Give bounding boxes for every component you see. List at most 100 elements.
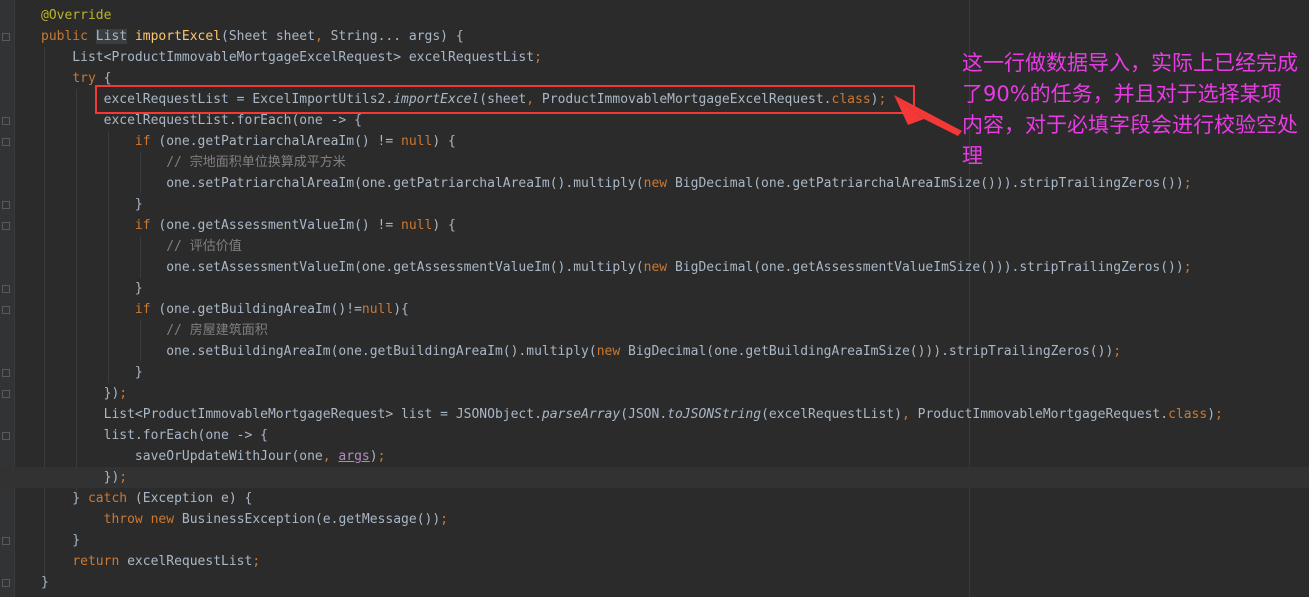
code-token: } [41,365,143,380]
code-line[interactable]: list.forEach(one -> { [0,425,1309,446]
code-line[interactable]: throw new BusinessException(e.getMessage… [0,509,1309,530]
code-token: public [41,29,96,44]
code-token: ) [1207,407,1216,422]
code-token: one.setPatriarchalAreaIm(one.getPatriarc… [41,176,644,191]
code-token: saveOrUpdateWithJour(one [41,449,323,464]
code-token: if [134,134,151,149]
code-token: (excelRequestList) [761,407,902,422]
code-line[interactable]: // 房屋建筑面积 [0,320,1309,341]
code-token: new [596,344,629,359]
code-line[interactable]: } [0,194,1309,215]
code-token: String... args) { [330,29,464,44]
code-token: one.setBuildingAreaIm(one.getBuildingAre… [41,344,597,359]
code-token: excelRequestList.forEach(one -> { [41,113,362,128]
code-line[interactable]: // 评估价值 [0,236,1309,257]
code-token: ; [1215,407,1223,422]
code-line[interactable]: }); [0,383,1309,404]
code-token: ; [1113,344,1122,359]
code-line[interactable]: if (one.getBuildingAreaIm()!=null){ [0,299,1309,320]
code-token: new [643,176,675,191]
highlight-box [95,85,915,114]
code-token: } [41,491,88,506]
code-token: ; [119,386,128,401]
code-token: @Override [41,8,112,23]
code-token: ; [1183,260,1192,275]
code-line[interactable]: public List importExcel(Sheet sheet, Str… [0,26,1309,47]
code-line[interactable]: } [0,362,1309,383]
code-line[interactable]: one.setBuildingAreaIm(one.getBuildingAre… [0,341,1309,362]
code-token: (JSON. [620,407,668,422]
code-token: BusinessException(e.getMessage()) [181,512,441,527]
code-token: null [401,218,433,233]
code-token: BigDecimal(one.getAssessmentValueImSize(… [674,260,1184,275]
code-token: ; [1183,176,1192,191]
code-token: toJSONString [667,407,762,422]
code-token: args [338,449,370,464]
code-token: // 评估价值 [166,239,242,254]
code-token: ) { [432,218,456,233]
code-token: list.forEach(one -> { [41,428,268,443]
code-token: { [95,71,112,86]
annotation-text: 这一行做数据导入，实际上已经完成了90%的任务，并且对于选择某项内容，对于必填字… [962,51,1298,168]
code-token: // 宗地面积单位换算成平方米 [166,155,346,170]
code-token: List [95,29,128,44]
code-token: one.setAssessmentValueIm(one.getAssessme… [41,260,644,275]
code-line[interactable]: } [0,572,1309,593]
code-token: BigDecimal(one.getPatriarchalAreaImSize(… [674,176,1184,191]
code-token: }) [41,386,120,401]
code-token: if [134,302,151,317]
code-token: null [401,134,433,149]
code-line[interactable]: } [0,278,1309,299]
code-token: (Sheet sheet [221,29,315,44]
code-line[interactable]: one.setAssessmentValueIm(one.getAssessme… [0,257,1309,278]
code-token: if [134,218,151,233]
code-token: ; [440,512,449,527]
code-line[interactable]: }); [0,467,1309,488]
code-token: } [41,281,143,296]
code-line[interactable]: List<ProductImmovableMortgageRequest> li… [0,404,1309,425]
code-token: } [41,533,81,548]
code-line[interactable]: @Override [0,5,1309,26]
code-token: , [314,29,331,44]
code-token: , [901,407,918,422]
code-token: (one.getPatriarchalAreaIm() != [150,134,402,149]
code-line[interactable]: } catch (Exception e) { [0,488,1309,509]
code-token: try [72,71,96,86]
code-token: }) [41,470,120,485]
code-token: (Exception e) { [127,491,253,506]
code-token: ; [534,50,542,65]
code-token: return [72,554,128,569]
code-token: ){ [393,302,409,317]
code-token: } [41,575,49,590]
code-token: List<ProductImmovableMortgageExcelReques… [41,50,535,65]
code-token: ProductImmovableMortgageRequest. [917,407,1169,422]
code-line[interactable]: return excelRequestList; [0,551,1309,572]
code-token: excelRequestList [127,554,253,569]
code-line[interactable]: if (one.getAssessmentValueIm() != null) … [0,215,1309,236]
annotation-arrow-icon [894,95,962,136]
code-token: class [1168,407,1208,422]
code-token: } [41,197,143,212]
code-token: throw new [103,512,182,527]
code-token: importExcel [134,29,222,44]
code-token: , [322,449,339,464]
code-token: ) { [432,134,456,149]
code-token: catch [87,491,128,506]
code-token: List<ProductImmovableMortgageRequest> li… [41,407,542,422]
code-token: (one.getAssessmentValueIm() != [150,218,402,233]
code-line[interactable]: saveOrUpdateWithJour(one, args); [0,446,1309,467]
code-token: BigDecimal(one.getBuildingAreaImSize()))… [628,344,1114,359]
code-line[interactable]: one.setPatriarchalAreaIm(one.getPatriarc… [0,173,1309,194]
code-token: null [361,302,394,317]
code-line[interactable]: } [0,530,1309,551]
